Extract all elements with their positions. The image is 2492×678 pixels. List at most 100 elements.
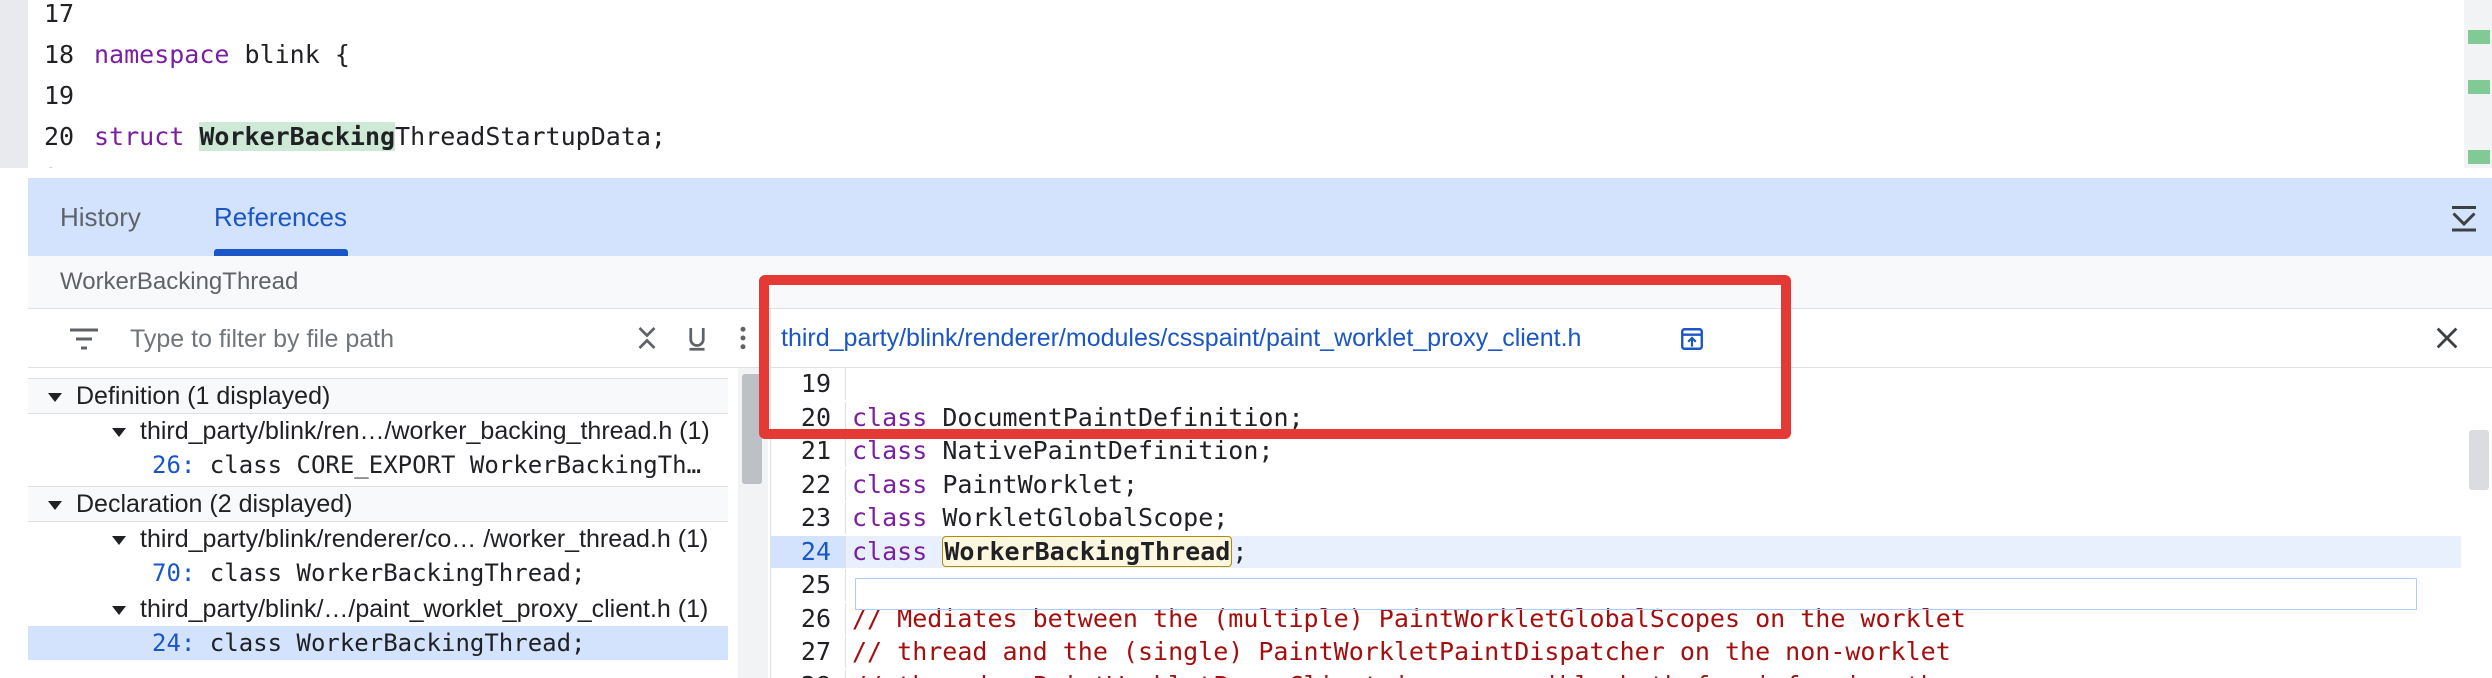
preview-file-path-link[interactable]: third_party/blink/renderer/modules/csspa…: [781, 309, 1581, 367]
code-keyword: class: [852, 402, 928, 432]
code-comment: // thread and the (single) PaintWorkletP…: [852, 637, 1951, 666]
bottom-panel: History References WorkerBackingThread T…: [28, 168, 2492, 678]
line-number: 19: [44, 81, 75, 110]
editor-line[interactable]: 20 struct WorkerBackingThreadStartupData;: [44, 121, 666, 153]
preview-line[interactable]: 21 class NativePaintDefinition;: [771, 435, 2461, 467]
code-comment: // Mediates between the (multiple) Paint…: [852, 603, 1966, 633]
code-token: NativePaintDefinition;: [927, 436, 1274, 465]
editor-gutter: [0, 0, 28, 168]
reference-line-number: 26:: [152, 451, 196, 479]
line-number: 18: [44, 40, 75, 69]
close-icon[interactable]: [2433, 324, 2461, 352]
scrollbar-thumb[interactable]: [2469, 430, 2489, 490]
preview-line[interactable]: 28 // threads. PaintWorkletProxyClient is…: [771, 669, 2461, 678]
reference-file-label: third_party/blink/ren…/worker_backing_th…: [140, 417, 710, 445]
editor-line[interactable]: 18 namespace blink {: [44, 39, 350, 71]
line-number: 21: [771, 435, 846, 467]
reference-file-item[interactable]: third_party/blink/ren…/worker_backing_th…: [28, 414, 728, 448]
collapse-panel-icon[interactable]: [2446, 200, 2482, 236]
tab-history[interactable]: History: [60, 178, 141, 256]
filter-icon: [70, 328, 98, 350]
code-keyword: class: [852, 436, 928, 465]
expand-caret-icon[interactable]: [112, 535, 126, 545]
editor-line[interactable]: 19: [44, 80, 94, 112]
symbol-name: WorkerBackingThread: [60, 268, 299, 295]
line-number: 26: [771, 602, 846, 635]
code-token: ;: [1232, 536, 1248, 566]
filter-bar: [28, 309, 768, 368]
line-number: 24: [771, 535, 846, 568]
preview-code[interactable]: 19 20 class DocumentPaintDefinition; 21 clas…: [771, 368, 2492, 678]
preview-line[interactable]: 19: [771, 368, 2461, 400]
reference-line-number: 70:: [152, 559, 196, 587]
preview-line[interactable]: 22 class PaintWorklet;: [771, 468, 2461, 501]
line-number: 17: [44, 0, 75, 28]
expand-caret-icon[interactable]: [112, 427, 126, 437]
preview-scrollbar[interactable]: [2465, 368, 2492, 678]
references-list-pane: Definition (1 displayed) third_party/bli…: [28, 309, 768, 678]
preview-line[interactable]: 27// thread and the (single) PaintWorkle…: [771, 636, 2461, 668]
reference-file-item[interactable]: third_party/blink/renderer/co… /worker_t…: [28, 522, 728, 556]
reference-file-label: third_party/blink/…/paint_worklet_proxy_…: [140, 595, 709, 623]
match-case-icon[interactable]: [682, 323, 712, 353]
declaration-group[interactable]: Declaration (2 displayed): [28, 486, 728, 522]
reference-line-code: class WorkerBackingThread;: [195, 559, 586, 587]
group-label: Definition (1 displayed): [76, 382, 331, 410]
symbol-header: WorkerBackingThread: [28, 256, 2492, 309]
reference-file-item[interactable]: third_party/blink/…/paint_worklet_proxy_…: [28, 592, 728, 626]
file-preview-pane: third_party/blink/renderer/modules/csspa…: [770, 309, 2492, 678]
highlighted-symbol[interactable]: WorkerBackingThread: [942, 535, 1233, 567]
line-number: 19: [771, 368, 846, 400]
code-token: DocumentPaintDefinition;: [927, 402, 1304, 432]
code-editor[interactable]: 17 18 namespace blink { 19 20 struct WorkerBa…: [0, 0, 2492, 168]
scrollbar-thumb[interactable]: [742, 374, 762, 484]
reference-line-number: 24:: [152, 629, 196, 657]
line-number: 23: [771, 502, 846, 534]
preview-line[interactable]: 20 class DocumentPaintDefinition;: [771, 401, 2461, 434]
highlighted-symbol[interactable]: WorkerBacking: [199, 122, 396, 151]
code-token: WorkletGlobalScope;: [927, 503, 1229, 532]
code-keyword: class: [852, 469, 928, 499]
definition-group[interactable]: Definition (1 displayed): [28, 378, 728, 414]
overview-marker: [2468, 30, 2490, 44]
references-scrollbar[interactable]: [738, 368, 768, 678]
code-keyword: namespace: [94, 40, 230, 69]
line-number: 28: [771, 669, 846, 678]
preview-line[interactable]: 26// Mediates between the (multiple) Pai…: [771, 602, 2461, 635]
preview-line[interactable]: 23 class WorkletGlobalScope;: [771, 502, 2461, 534]
code-comment: // threads. PaintWorkletProxyClient is r…: [852, 671, 1951, 678]
expand-caret-icon[interactable]: [112, 605, 126, 615]
open-in-new-icon[interactable]: [1679, 326, 1705, 352]
editor-overview-ruler[interactable]: [2464, 0, 2492, 168]
filter-input[interactable]: [128, 319, 612, 359]
code-keyword: class: [852, 503, 928, 532]
code-keyword: class: [852, 536, 928, 566]
code-token: PaintWorklet;: [927, 469, 1138, 499]
more-options-icon[interactable]: [728, 323, 758, 353]
code-token: ThreadStartupData;: [395, 122, 666, 151]
code-keyword: struct: [94, 122, 185, 151]
line-number: 27: [771, 636, 846, 668]
group-label: Declaration (2 displayed): [76, 490, 353, 518]
references-tree: Definition (1 displayed) third_party/bli…: [28, 368, 728, 678]
tab-references[interactable]: References: [214, 178, 347, 256]
line-number: 22: [771, 468, 846, 501]
preview-line-current[interactable]: 24 class WorkerBackingThread;: [771, 535, 2461, 568]
expand-caret-icon[interactable]: [48, 500, 62, 510]
reference-file-label: third_party/blink/renderer/co… /worker_t…: [140, 525, 709, 553]
overview-marker: [2468, 80, 2490, 94]
line-number: 20: [44, 122, 75, 151]
code-token: blink {: [229, 40, 350, 69]
panel-tab-bar: History References: [28, 178, 2492, 256]
reference-line-code: class CORE_EXPORT WorkerBackingTh…: [195, 451, 702, 479]
reference-line-item[interactable]: 70: class WorkerBackingThread;: [28, 556, 728, 590]
expand-caret-icon[interactable]: [48, 392, 62, 402]
reference-line-item[interactable]: 26: class CORE_EXPORT WorkerBackingTh…: [28, 448, 728, 482]
collapse-all-icon[interactable]: [632, 323, 662, 353]
preview-header: third_party/blink/renderer/modules/csspa…: [771, 309, 2492, 368]
line-number: 25: [771, 569, 846, 601]
editor-line[interactable]: 17: [44, 0, 94, 30]
preview-line[interactable]: 25: [771, 569, 2461, 601]
reference-line-item-selected[interactable]: 24: class WorkerBackingThread;: [28, 626, 728, 660]
